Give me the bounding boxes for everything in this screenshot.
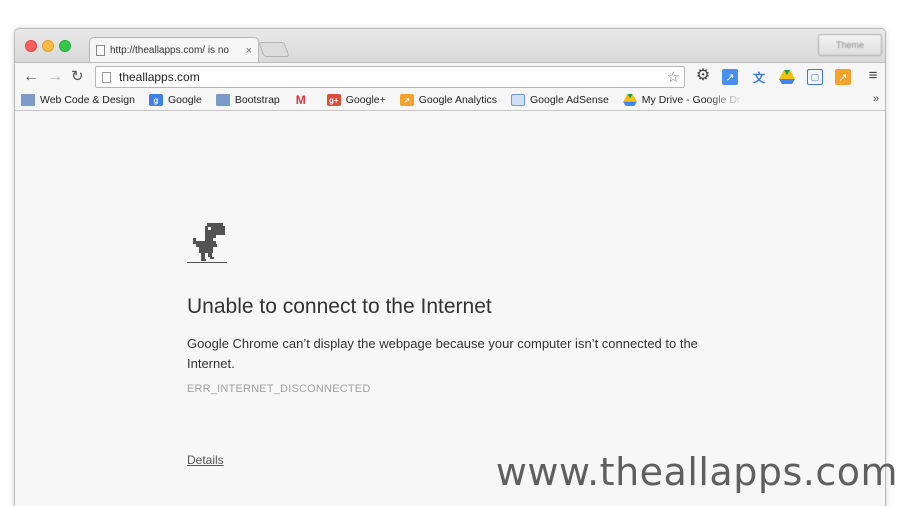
maximize-window-button[interactable] <box>59 40 71 52</box>
folder-icon <box>21 94 35 106</box>
window-extension-icon[interactable]: ▢ <box>807 69 823 85</box>
bookmark-label: Google <box>167 94 202 106</box>
reload-button[interactable]: ↻ <box>71 68 84 86</box>
drive-icon <box>622 94 637 106</box>
new-tab-button[interactable] <box>258 42 290 57</box>
google-plus-icon: g+ <box>326 94 341 106</box>
dinosaur-icon <box>187 223 227 263</box>
bookmark-star-icon[interactable]: ☆ <box>667 68 680 86</box>
bookmark-google[interactable]: g Google <box>148 94 202 106</box>
page-icon <box>102 71 111 83</box>
analytics-icon: ↗ <box>399 94 414 106</box>
tab-title: http://theallapps.com/ is no <box>110 45 229 56</box>
active-tab[interactable]: http://theallapps.com/ is no × <box>89 37 259 63</box>
translate-icon[interactable]: 文 <box>751 69 767 85</box>
tab-close-icon[interactable]: × <box>246 45 252 57</box>
bookmark-google-analytics[interactable]: ↗ Google Analytics <box>399 94 497 106</box>
url-text[interactable]: theallapps.com <box>119 70 667 84</box>
bookmark-google-adsense[interactable]: Google AdSense <box>510 94 609 106</box>
minimize-window-button[interactable] <box>42 40 54 52</box>
page-icon <box>96 45 105 56</box>
gmail-icon: M <box>295 93 306 107</box>
error-code: ERR_INTERNET_DISCONNECTED <box>187 383 371 395</box>
bookmark-label: Google AdSense <box>529 94 609 106</box>
bookmark-google-plus[interactable]: g+ Google+ <box>326 94 386 106</box>
address-bar[interactable]: theallapps.com ☆ <box>95 66 685 88</box>
browser-window: http://theallapps.com/ is no × Theme ← →… <box>14 28 886 506</box>
adsense-icon <box>510 94 525 106</box>
toolbar: ← → ↻ theallapps.com ☆ ⚙ ↗ 文 ▢ ↗ ≡ <box>15 62 885 90</box>
analytics-extension-icon[interactable]: ↗ <box>835 69 851 85</box>
back-button[interactable]: ← <box>23 68 39 86</box>
folder-icon <box>215 94 230 106</box>
watermark-text: www.theallapps.com <box>495 450 898 494</box>
close-window-button[interactable] <box>25 40 37 52</box>
error-message: Google Chrome can’t display the webpage … <box>187 336 698 371</box>
forward-button[interactable]: → <box>47 68 63 86</box>
profile-button[interactable]: Theme <box>818 34 882 56</box>
bookmark-label: Google Analytics <box>418 94 497 106</box>
error-title: Unable to connect to the Internet <box>187 295 492 318</box>
error-page: Unable to connect to the Internet Google… <box>15 111 885 506</box>
bookmark-fade <box>705 90 745 110</box>
bookmark-gmail[interactable]: M <box>294 93 313 107</box>
bookmark-label: Web Code & Design <box>40 94 135 106</box>
bookmark-web-code-design[interactable]: Web Code & Design <box>21 94 135 106</box>
bookmarks-bar: Web Code & Design g Google Bootstrap M g… <box>15 90 885 111</box>
details-link[interactable]: Details <box>187 453 224 467</box>
google-icon: g <box>148 94 163 106</box>
bookmark-label: Google+ <box>345 94 386 106</box>
menu-icon[interactable]: ≡ <box>865 67 881 84</box>
stats-extension-icon[interactable]: ↗ <box>722 69 738 85</box>
bookmark-bootstrap[interactable]: Bootstrap <box>215 94 280 106</box>
gear-icon[interactable]: ⚙ <box>695 67 711 84</box>
drive-extension-icon[interactable] <box>779 69 795 85</box>
more-bookmarks-button[interactable]: » <box>873 93 879 105</box>
bookmark-label: Bootstrap <box>234 94 280 106</box>
tab-strip: http://theallapps.com/ is no × Theme <box>15 29 885 63</box>
